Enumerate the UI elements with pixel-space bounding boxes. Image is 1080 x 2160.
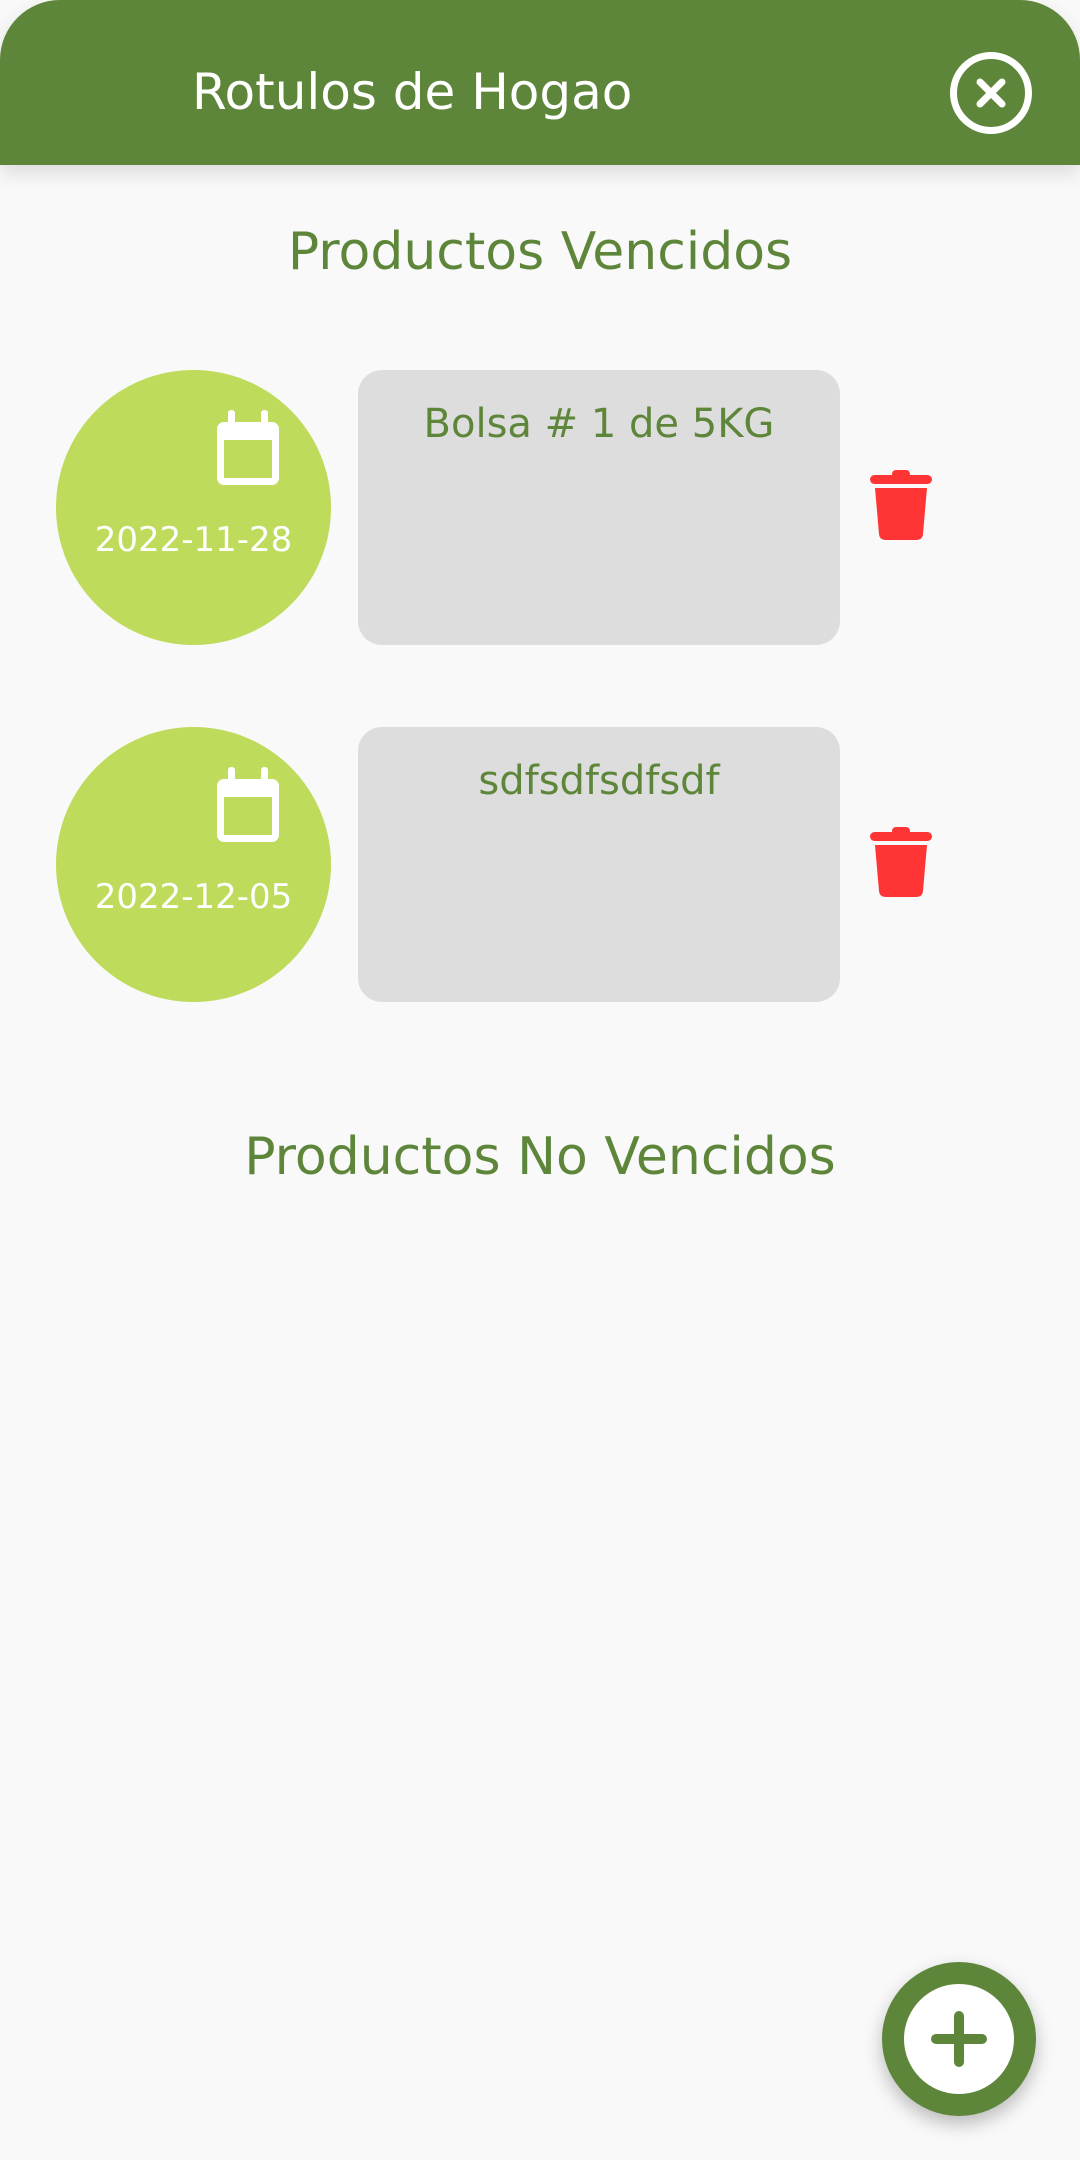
plus-icon — [931, 2011, 987, 2067]
delete-button[interactable] — [870, 470, 932, 540]
product-note-card[interactable]: sdfsdfsdfsdf — [358, 727, 840, 1002]
product-note-text: Bolsa # 1 de 5KG — [423, 401, 775, 447]
product-row: 2022-12-05 sdfsdfsdfsdf — [0, 727, 1080, 1002]
close-icon — [976, 78, 1006, 108]
close-button[interactable] — [950, 52, 1032, 134]
expiry-date: 2022-11-28 — [94, 520, 293, 560]
add-product-button[interactable] — [882, 1962, 1036, 2116]
expiry-date: 2022-12-05 — [94, 877, 293, 917]
header-title: Rotulos de Hogao — [192, 63, 633, 121]
app-header: Rotulos de Hogao — [0, 0, 1080, 165]
product-note-text: sdfsdfsdfsdf — [478, 758, 720, 804]
date-badge[interactable]: 2022-12-05 — [56, 727, 331, 1002]
delete-button[interactable] — [870, 827, 932, 897]
add-button-inner — [904, 1984, 1014, 2094]
trash-icon — [870, 827, 932, 897]
calendar-icon — [217, 767, 279, 842]
trash-icon — [870, 470, 932, 540]
date-badge[interactable]: 2022-11-28 — [56, 370, 331, 645]
calendar-icon — [217, 410, 279, 485]
product-note-card[interactable]: Bolsa # 1 de 5KG — [358, 370, 840, 645]
not-expired-section-title: Productos No Vencidos — [244, 1127, 836, 1187]
expired-section-title: Productos Vencidos — [287, 222, 793, 282]
product-row: 2022-11-28 Bolsa # 1 de 5KG — [0, 370, 1080, 645]
